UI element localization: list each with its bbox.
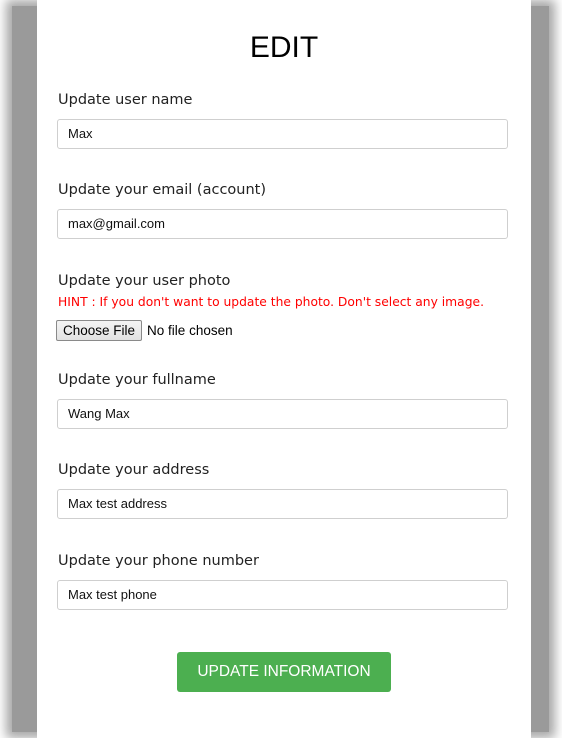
username-label: Update user name [58,92,193,108]
phone-label: Update your phone number [58,553,259,569]
photo-file-picker: Choose File No file chosen [56,319,233,341]
address-input[interactable] [57,489,508,519]
email-label: Update your email (account) [58,182,267,198]
address-label: Update your address [58,462,210,478]
email-input[interactable] [57,209,508,239]
file-status-text: No file chosen [147,322,233,338]
update-information-button[interactable]: UPDATE INFORMATION [177,652,391,692]
choose-file-button[interactable]: Choose File [56,319,143,341]
phone-input[interactable] [57,580,508,610]
fullname-input[interactable] [57,399,508,429]
photo-label: Update your user photo [58,273,231,289]
username-input[interactable] [57,119,508,149]
page-title: EDIT [249,31,319,64]
edit-form-card: EDIT Update user name Update your email … [37,0,531,738]
photo-hint: HINT : If you don't want to update the p… [58,295,484,309]
fullname-label: Update your fullname [58,372,216,388]
